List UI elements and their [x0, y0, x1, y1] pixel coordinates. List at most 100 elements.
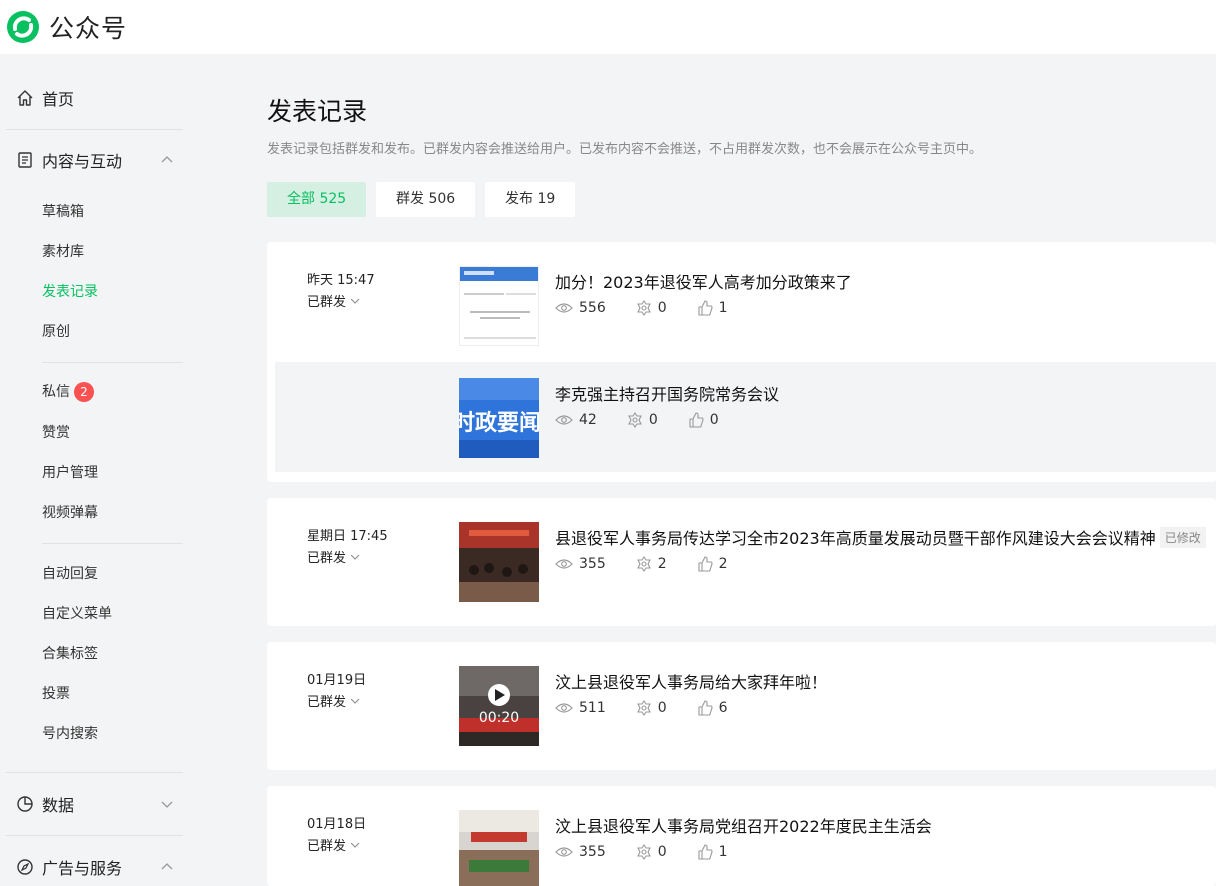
sidebar-item-ads[interactable]: 广告与服务 — [0, 851, 190, 883]
document-icon — [18, 152, 32, 168]
video-thumbnail[interactable]: 00:20 — [459, 666, 539, 746]
tab-all[interactable]: 全部 525 — [267, 182, 367, 217]
sidebar-item-label: 私信 — [42, 384, 70, 400]
sidebar-item-home[interactable]: 首页 — [0, 82, 190, 114]
likes-stat: 6 — [697, 700, 728, 716]
likes-stat: 1 — [697, 844, 728, 860]
status-label: 已群发 — [307, 551, 347, 566]
meeting-photo-image — [459, 522, 539, 602]
eye-icon — [555, 559, 573, 569]
unread-badge: 2 — [74, 382, 94, 402]
share-icon — [627, 412, 642, 428]
article-stats: 511 0 6 — [555, 700, 758, 716]
article-thumbnail[interactable] — [459, 810, 539, 886]
record-card: 星期日 17:45 已群发 县退役军人事务局传达学习全市2023年高质量发展动员… — [267, 498, 1216, 626]
record-status[interactable]: 已群发 — [307, 547, 360, 566]
record-status[interactable]: 已群发 — [307, 291, 360, 310]
sidebar-item-label: 首页 — [42, 90, 75, 109]
article-title[interactable]: 县退役军人事务局传达学习全市2023年高质量发展动员暨干部作风建设大会会议精神 … — [555, 525, 1206, 549]
views-stat: 511 — [555, 700, 606, 716]
shares-stat: 0 — [636, 300, 667, 316]
divider — [6, 772, 183, 773]
likes-count: 0 — [709, 412, 719, 428]
app-title: 公众号 — [49, 14, 128, 43]
sidebar-item-search[interactable]: 号内搜索 — [42, 724, 98, 744]
article-title[interactable]: 李克强主持召开国务院常务会议 — [555, 381, 779, 405]
article-thumbnail[interactable] — [459, 266, 539, 346]
divider — [6, 129, 183, 130]
likes-count: 1 — [718, 844, 728, 860]
record-date: 昨天 15:47 — [307, 273, 375, 288]
thumbs-up-icon — [698, 556, 713, 572]
shares-stat: 0 — [636, 700, 667, 716]
article-thumbnail[interactable] — [459, 522, 539, 602]
thumbs-up-icon — [689, 412, 704, 428]
record-date: 星期日 17:45 — [307, 529, 388, 544]
thumbs-up-icon — [698, 700, 713, 716]
chevron-up-icon[interactable] — [160, 860, 174, 874]
article-title[interactable]: 加分！2023年退役军人高考加分政策来了 — [555, 269, 852, 293]
video-duration: 00:20 — [479, 710, 519, 726]
home-icon — [17, 90, 33, 106]
shares-stat: 0 — [627, 412, 658, 428]
tab-publish[interactable]: 发布 19 — [485, 182, 576, 217]
likes-count: 6 — [718, 700, 728, 716]
video-frame-image: 00:20 — [459, 666, 539, 746]
tab-mass-send[interactable]: 群发 506 — [376, 182, 476, 217]
meeting-photo-image — [459, 810, 539, 886]
views-count: 355 — [579, 844, 606, 860]
sidebar-item-custom-menu[interactable]: 自定义菜单 — [42, 604, 112, 624]
news-banner-image: 时政要闻 — [459, 378, 539, 458]
views-count: 556 — [579, 300, 606, 316]
views-stat: 355 — [555, 556, 606, 572]
divider — [42, 362, 183, 363]
sidebar-item-original[interactable]: 原创 — [42, 322, 70, 342]
shares-count: 0 — [657, 300, 667, 316]
chevron-down-icon[interactable] — [160, 797, 174, 811]
sidebar-item-content[interactable]: 内容与互动 — [0, 144, 190, 176]
sidebar-item-label: 数据 — [42, 796, 75, 815]
article-title[interactable]: 汶上县退役军人事务局党组召开2022年度民主生活会 — [555, 813, 932, 837]
sidebar-item-publish-records[interactable]: 发表记录 — [42, 282, 98, 302]
likes-stat: 0 — [688, 412, 719, 428]
record-status[interactable]: 已群发 — [307, 691, 360, 710]
likes-count: 2 — [718, 556, 728, 572]
eye-icon — [555, 703, 573, 713]
chevron-down-icon — [350, 842, 360, 848]
thumbs-up-icon — [698, 844, 713, 860]
status-label: 已群发 — [307, 695, 347, 710]
chevron-down-icon — [350, 298, 360, 304]
record-card: 01月19日 已群发 00:20 汶上县退役军人事务局给大家拜年啦！ 511 0… — [267, 642, 1216, 770]
shares-count: 0 — [648, 412, 658, 428]
sidebar-item-messages[interactable]: 私信 2 — [42, 382, 94, 402]
thumb-caption: 时政要闻 — [459, 410, 539, 436]
sidebar-item-user-management[interactable]: 用户管理 — [42, 463, 98, 483]
sidebar-item-drafts[interactable]: 草稿箱 — [42, 202, 84, 222]
record-status[interactable]: 已群发 — [307, 835, 360, 854]
share-icon — [636, 844, 651, 860]
shares-count: 0 — [657, 700, 667, 716]
compass-icon — [17, 859, 33, 875]
eye-icon — [555, 303, 573, 313]
wechat-mp-logo-icon[interactable] — [6, 10, 40, 44]
sidebar-item-data[interactable]: 数据 — [0, 788, 190, 820]
sidebar-item-collection-tags[interactable]: 合集标签 — [42, 644, 98, 664]
article-thumbnail[interactable]: 时政要闻 — [459, 378, 539, 458]
article-stats: 355 2 2 — [555, 556, 758, 572]
views-stat: 556 — [555, 300, 606, 316]
shares-count: 2 — [657, 556, 667, 572]
sidebar-item-reward[interactable]: 赞赏 — [42, 423, 70, 443]
divider — [6, 835, 183, 836]
sidebar-item-vote[interactable]: 投票 — [42, 684, 70, 704]
record-card: 昨天 15:47 已群发 加分！2023年退役军人高考加分政策来了 556 0 … — [267, 242, 1216, 482]
divider — [42, 543, 183, 544]
sidebar-item-video-danmaku[interactable]: 视频弹幕 — [42, 503, 98, 523]
article-title[interactable]: 汶上县退役军人事务局给大家拜年啦！ — [555, 669, 827, 693]
chevron-down-icon — [350, 698, 360, 704]
sidebar-item-auto-reply[interactable]: 自动回复 — [42, 564, 98, 584]
record-date: 01月19日 — [307, 673, 367, 688]
sidebar-item-label: 广告与服务 — [42, 859, 123, 878]
sidebar-item-materials[interactable]: 素材库 — [42, 242, 84, 262]
chevron-up-icon[interactable] — [160, 153, 174, 167]
page-title: 发表记录 — [267, 97, 368, 126]
